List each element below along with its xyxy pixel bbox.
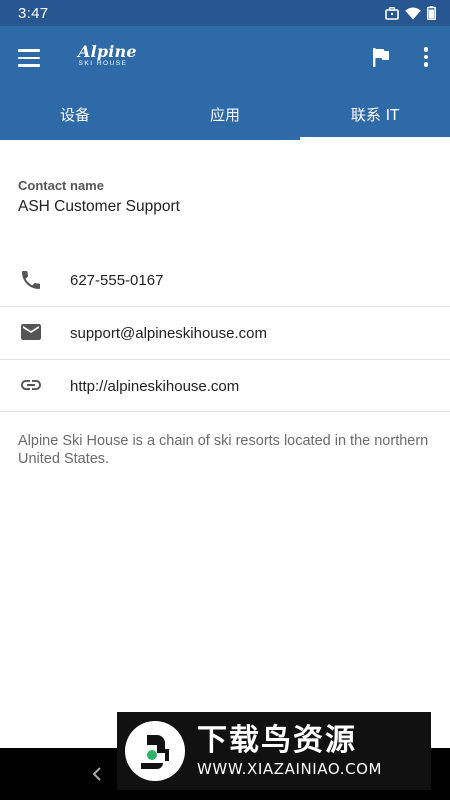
tab-bar: 设备 应用 联系 IT [0, 88, 450, 140]
watermark-title: 下载鸟资源 [197, 723, 357, 758]
tab-contact-it-label: 联系 IT [350, 105, 400, 124]
email-address: support@alpineskihouse.com [70, 324, 267, 342]
watermark-banner: 下载鸟资源 WWW.XIAZAINIAO.COM [117, 712, 431, 790]
website-url: http://alpineskihouse.com [70, 377, 240, 395]
briefcase-icon [385, 6, 399, 20]
more-vert-icon[interactable] [416, 44, 436, 70]
contact-name-block: Contact name ASH Customer Support [18, 178, 180, 216]
flag-icon[interactable] [370, 46, 392, 68]
phone-number: 627-555-0167 [70, 271, 164, 289]
contact-name-value: ASH Customer Support [18, 198, 180, 215]
website-row[interactable]: http://alpineskihouse.com [0, 360, 450, 412]
app-bar: Alpine SKI HOUSE [0, 26, 450, 88]
battery-icon [427, 6, 436, 20]
contact-name-label: Contact name [18, 178, 104, 193]
menu-icon[interactable] [18, 46, 42, 68]
divider [0, 411, 450, 412]
status-icons [385, 6, 436, 20]
tab-contact-it[interactable]: 联系 IT [300, 88, 450, 140]
back-icon[interactable] [90, 764, 108, 784]
wifi-icon [405, 7, 421, 20]
link-icon [19, 373, 43, 397]
logo-sub-text: SKI HOUSE [78, 60, 128, 67]
tab-devices-label: 设备 [59, 105, 90, 124]
email-row[interactable]: support@alpineskihouse.com [0, 307, 450, 359]
logo-main-text: Alpine [78, 42, 137, 61]
app-logo: Alpine SKI HOUSE [78, 42, 137, 71]
bird-logo-icon [125, 721, 185, 781]
company-description: Alpine Ski House is a chain of ski resor… [18, 433, 429, 467]
tab-apps-label: 应用 [209, 105, 240, 124]
tab-devices[interactable]: 设备 [0, 88, 150, 140]
status-time: 3:47 [18, 4, 49, 22]
status-bar: 3:47 [0, 0, 450, 26]
tab-apps[interactable]: 应用 [150, 88, 300, 140]
watermark-url: WWW.XIAZAINIAO.COM [197, 760, 383, 778]
email-icon [19, 320, 43, 344]
phone-row[interactable]: 627-555-0167 [0, 254, 450, 306]
phone-icon [19, 268, 43, 292]
watermark-text: 下载鸟资源 WWW.XIAZAINIAO.COM [197, 723, 382, 779]
